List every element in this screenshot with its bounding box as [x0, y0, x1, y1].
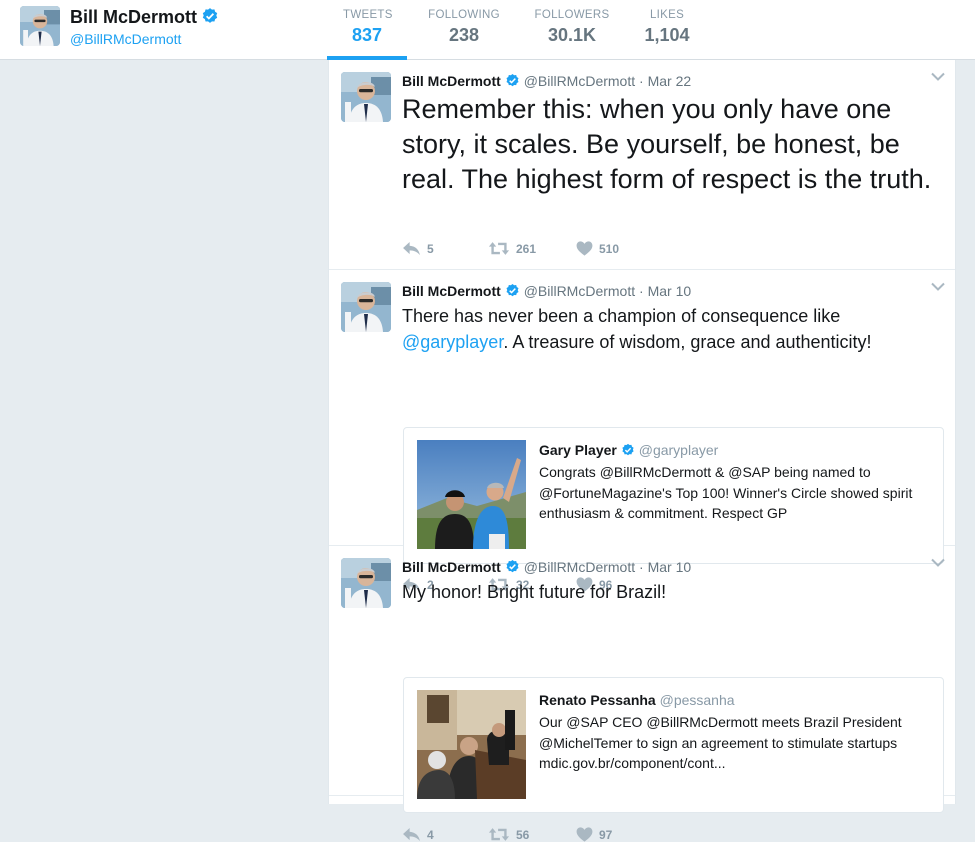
tweet-text: Remember this: when you only have one st…: [402, 94, 932, 194]
verified-icon: [505, 73, 520, 88]
reply-count: 5: [427, 241, 434, 256]
profile-handle[interactable]: @BillRMcDermott: [70, 31, 181, 47]
verified-icon: [621, 443, 635, 457]
quoted-tweet-image: [417, 690, 526, 799]
tweet-date[interactable]: Mar 10: [648, 283, 692, 299]
avatar[interactable]: [341, 282, 391, 332]
heart-icon: [576, 827, 593, 842]
retweet-button[interactable]: 261: [488, 241, 576, 256]
profile-stats: TWEETS 837 FOLLOWING 238 FOLLOWERS 30.1K…: [327, 0, 707, 60]
tweet-text: There has never been a champion of conse…: [402, 303, 947, 355]
separator: ·: [639, 283, 644, 299]
retweet-count: 56: [516, 827, 530, 842]
avatar[interactable]: [20, 6, 60, 46]
tweet-text-part: There has never been a champion of conse…: [402, 306, 841, 326]
stat-followers[interactable]: FOLLOWERS 30.1K: [517, 0, 627, 59]
quoted-tweet-header: Renato Pessanha @pessanha: [539, 692, 735, 708]
stat-label: TWEETS: [343, 9, 393, 21]
stat-value: 238: [448, 25, 480, 45]
quoted-tweet[interactable]: Gary Player @garyplayer Congrats @BillRM…: [403, 427, 944, 564]
reply-icon: [402, 241, 421, 256]
quoted-author-handle[interactable]: @pessanha: [660, 692, 735, 708]
mention-link[interactable]: @garyplayer: [402, 332, 503, 352]
like-button[interactable]: 510: [576, 241, 619, 256]
stat-value: 1,104: [644, 25, 690, 45]
heart-icon: [576, 241, 593, 256]
tweet-date[interactable]: Mar 22: [648, 73, 692, 89]
stat-label: FOLLOWERS: [534, 9, 610, 21]
retweet-icon: [488, 827, 510, 842]
chevron-down-icon[interactable]: [931, 282, 945, 291]
tweet-author-name[interactable]: Bill McDermott: [402, 283, 501, 299]
chevron-down-icon[interactable]: [931, 72, 945, 81]
stat-label: LIKES: [649, 9, 685, 21]
stat-value: 837: [351, 25, 383, 45]
quoted-tweet-text: Our @SAP CEO @BillRMcDermott meets Brazi…: [539, 714, 902, 771]
tweet-action-bar: 4 56 97: [402, 827, 612, 842]
quoted-tweet-text: Congrats @BillRMcDermott & @SAP being na…: [539, 464, 913, 521]
quoted-author-name[interactable]: Gary Player: [539, 442, 617, 458]
retweet-button[interactable]: 56: [488, 827, 576, 842]
tweet-author-handle[interactable]: @BillRMcDermott: [524, 73, 635, 89]
like-count: 97: [599, 827, 613, 842]
reply-button[interactable]: 5: [402, 241, 488, 256]
quoted-tweet-header: Gary Player @garyplayer: [539, 442, 718, 458]
avatar[interactable]: [341, 72, 391, 122]
stat-label: FOLLOWING: [428, 9, 500, 21]
verified-icon: [505, 559, 520, 574]
quoted-author-handle[interactable]: @garyplayer: [639, 442, 719, 458]
stat-tweets[interactable]: TWEETS 837: [327, 0, 407, 60]
verified-icon: [201, 7, 219, 25]
avatar[interactable]: [341, 558, 391, 608]
quoted-tweet-image: [417, 440, 526, 549]
tweet-actions: 5 261 510: [402, 241, 619, 256]
chevron-down-icon[interactable]: [931, 558, 945, 567]
retweet-count: 261: [516, 241, 537, 256]
quoted-tweet[interactable]: Renato Pessanha @pessanha Our @SAP CEO @…: [403, 677, 944, 813]
tweet-timeline: Bill McDermott @BillRMcDermott · Mar 22 …: [328, 60, 956, 804]
profile-name-text: Bill McDermott: [70, 7, 198, 27]
tweet[interactable]: Bill McDermott @BillRMcDermott · Mar 10 …: [329, 546, 955, 796]
tweet-header: Bill McDermott @BillRMcDermott · Mar 10: [402, 559, 691, 575]
tweet[interactable]: Bill McDermott @BillRMcDermott · Mar 10 …: [329, 270, 955, 546]
tweet-author-handle[interactable]: @BillRMcDermott: [524, 559, 635, 575]
tweet-header: Bill McDermott @BillRMcDermott · Mar 10: [402, 283, 691, 299]
tweet[interactable]: Bill McDermott @BillRMcDermott · Mar 22 …: [329, 60, 955, 270]
reply-button[interactable]: 4: [402, 827, 488, 842]
separator: ·: [639, 559, 644, 575]
tweet-header: Bill McDermott @BillRMcDermott · Mar 22: [402, 73, 691, 89]
stat-value: 30.1K: [547, 25, 597, 45]
reply-count: 4: [427, 827, 434, 842]
tweet-date[interactable]: Mar 10: [648, 559, 692, 575]
like-button[interactable]: 97: [576, 827, 612, 842]
reply-icon: [402, 827, 421, 842]
verified-icon: [505, 283, 520, 298]
retweet-icon: [488, 241, 510, 256]
tweet-author-name[interactable]: Bill McDermott: [402, 559, 501, 575]
profile-name[interactable]: Bill McDermott: [70, 7, 219, 28]
tweet-text-part: . A treasure of wisdom, grace and authen…: [503, 332, 872, 352]
like-count: 510: [599, 241, 620, 256]
stat-following[interactable]: FOLLOWING 238: [411, 0, 517, 59]
profile-header: Bill McDermott @BillRMcDermott TWEETS 83…: [0, 0, 975, 60]
tweet-author-name[interactable]: Bill McDermott: [402, 73, 501, 89]
tweet-author-handle[interactable]: @BillRMcDermott: [524, 283, 635, 299]
tweet-text: My honor! Bright future for Brazil!: [402, 582, 667, 602]
stat-likes[interactable]: LIKES 1,104: [627, 0, 707, 59]
separator: ·: [639, 73, 644, 89]
quoted-author-name[interactable]: Renato Pessanha: [539, 692, 656, 708]
